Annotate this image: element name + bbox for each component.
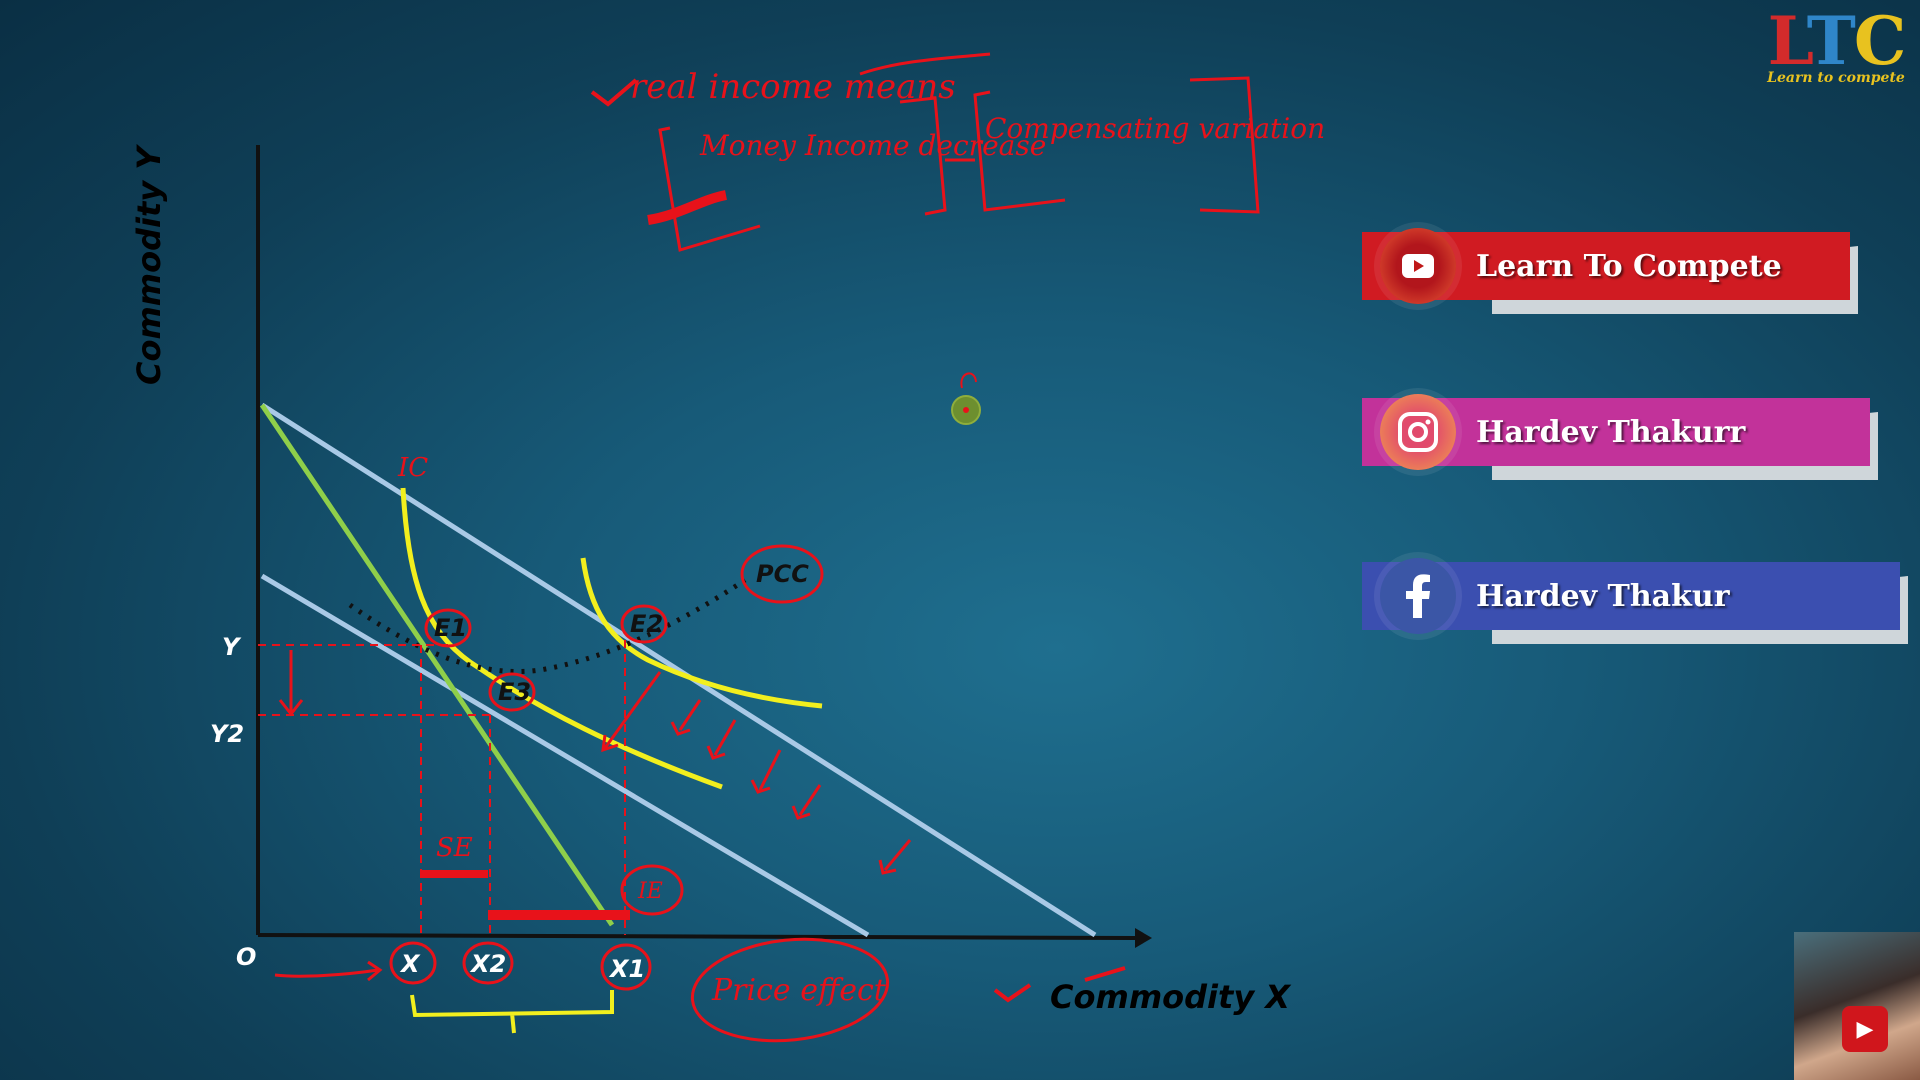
logo-letter-c: C (1853, 2, 1907, 80)
budget-line-original (260, 402, 1097, 938)
y-tick-y2: Y2 (210, 720, 244, 748)
instagram-label: Hardev Thakurr (1476, 414, 1746, 450)
youtube-icon (1380, 228, 1456, 304)
ltc-logo: LTC Learn to compete (1766, 6, 1906, 98)
ic-label: IC (397, 453, 428, 483)
x-axis-arrow (1135, 928, 1152, 948)
cursor-center (963, 407, 969, 413)
x-axis-label: Commodity X (1050, 978, 1291, 1016)
logo-letter-l: L (1767, 2, 1809, 80)
shift-arrows (278, 650, 912, 875)
price-effect-bracket (410, 990, 614, 1034)
point-e3: E3 (498, 678, 531, 706)
origin-label: O (236, 943, 256, 971)
ie-label: IE (637, 879, 663, 904)
price-effect-diagram: Commodity Y Commodity X O Y Y2 X X2 X1 E… (130, 52, 1325, 1043)
facebook-banner[interactable]: Hardev Thakur (1362, 558, 1908, 644)
subscribe-icon[interactable]: ▶ (1842, 1006, 1888, 1052)
youtube-banner[interactable]: Learn To Compete (1362, 228, 1858, 314)
logo-letter-t: T (1806, 2, 1856, 80)
point-e1: E1 (434, 614, 467, 642)
facebook-icon (1380, 558, 1456, 634)
y-tick-y: Y (222, 633, 242, 661)
x-axis (257, 933, 1136, 940)
facebook-label: Hardev Thakur (1476, 578, 1730, 614)
se-label: SE (436, 833, 473, 863)
cursor-scribble (960, 372, 977, 389)
annotation-bottom: Price effect (711, 973, 887, 1008)
pcc-label: PCC (756, 560, 809, 588)
annotation-box-right-text: Compensating variation (985, 112, 1325, 145)
instagram-banner[interactable]: Hardev Thakurr (1362, 394, 1878, 480)
instagram-icon (1380, 394, 1456, 470)
presenter-video: ▶ (1794, 932, 1920, 1080)
y-axis-label: Commodity Y (130, 144, 168, 385)
x-tick-x: X (399, 950, 421, 978)
x-tick-x2: X2 (469, 950, 506, 978)
point-e2: E2 (630, 610, 663, 638)
annotation-box-left (658, 96, 947, 252)
youtube-label: Learn To Compete (1476, 248, 1782, 284)
logo-tagline: Learn to compete (1767, 70, 1905, 86)
annotation-bottom-arrow (274, 960, 383, 982)
annotation-box-left-tick (647, 190, 728, 225)
x-tick-x1: X1 (608, 955, 645, 983)
